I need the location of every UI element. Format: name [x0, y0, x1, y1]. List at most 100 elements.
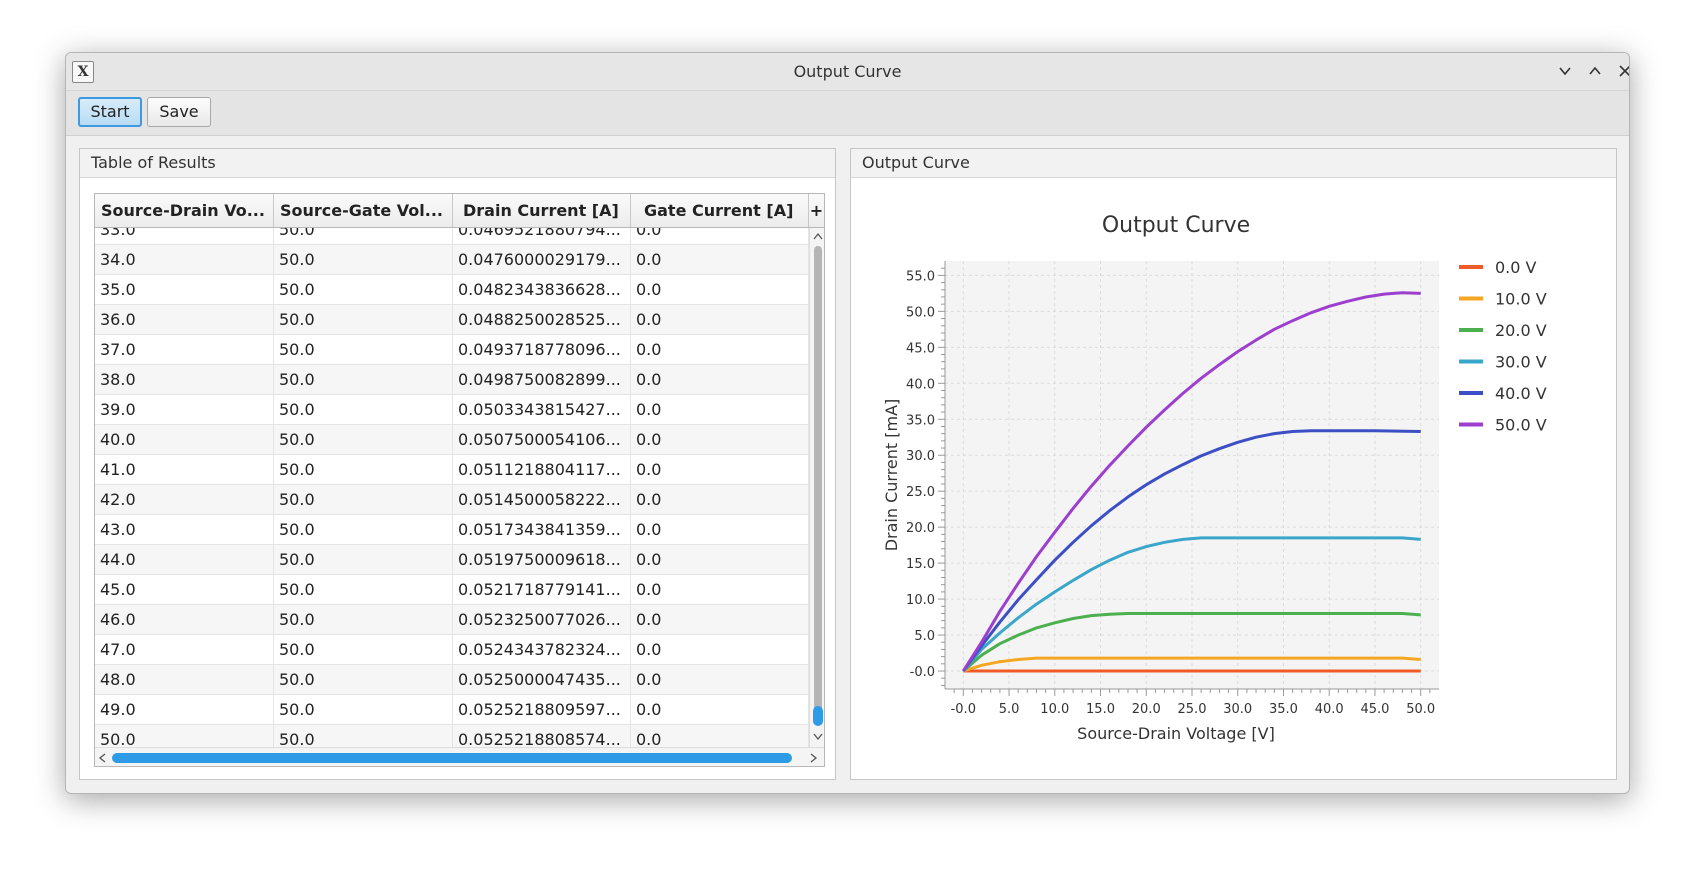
scroll-down-icon[interactable]	[813, 733, 823, 741]
table-cell: 48.0	[95, 665, 274, 694]
table-cell: 44.0	[95, 545, 274, 574]
table-cell: 35.0	[95, 275, 274, 304]
column-header-gate-current[interactable]: Gate Current [A]	[631, 194, 809, 227]
table-row[interactable]: 34.0 50.0 0.0476000029179... 0.0	[95, 245, 809, 275]
save-button[interactable]: Save	[147, 97, 211, 127]
vertical-scroll-thumb[interactable]	[813, 706, 823, 726]
y-tick-label: 25.0	[906, 485, 935, 500]
y-tick-label: 50.0	[906, 305, 935, 320]
horizontal-scroll-thumb[interactable]	[112, 753, 792, 763]
window-title: Output Curve	[793, 62, 902, 81]
table-row[interactable]: 41.0 50.0 0.0511218804117... 0.0	[95, 455, 809, 485]
table-cell: 0.0521718779141...	[453, 575, 631, 604]
table-cell: 50.0	[274, 605, 453, 634]
y-tick-label: -0.0	[910, 665, 935, 680]
horizontal-scrollbar[interactable]	[95, 747, 824, 766]
table-row[interactable]: 48.0 50.0 0.0525000047435... 0.0	[95, 665, 809, 695]
table-cell: 38.0	[95, 365, 274, 394]
table-cell: 0.0	[631, 228, 809, 244]
table-row[interactable]: 40.0 50.0 0.0507500054106... 0.0	[95, 425, 809, 455]
table-cell: 50.0	[274, 485, 453, 514]
table-row[interactable]: 37.0 50.0 0.0493718778096... 0.0	[95, 335, 809, 365]
table-row[interactable]: 35.0 50.0 0.0482343836628... 0.0	[95, 275, 809, 305]
column-header-source-drain[interactable]: Source-Drain Vo...	[95, 194, 274, 227]
table-cell: 36.0	[95, 305, 274, 334]
minimize-icon[interactable]	[1553, 59, 1577, 83]
table-cell: 50.0	[274, 545, 453, 574]
y-tick-label: 45.0	[906, 341, 935, 356]
y-tick-label: 15.0	[906, 557, 935, 572]
x-tick-label: 25.0	[1178, 702, 1207, 717]
table-cell: 0.0524343782324...	[453, 635, 631, 664]
table-cell: 40.0	[95, 425, 274, 454]
table-row[interactable]: 49.0 50.0 0.0525218809597... 0.0	[95, 695, 809, 725]
output-curve-chart: -0.0 5.0 10.0 15.0 20.0 25.0 30.0 35.0 40.0 45.0 5…	[882, 213, 1547, 743]
start-button[interactable]: Start	[78, 97, 142, 127]
table-cell: 43.0	[95, 515, 274, 544]
table-row[interactable]: 47.0 50.0 0.0524343782324... 0.0	[95, 635, 809, 665]
table-row[interactable]: 38.0 50.0 0.0498750082899... 0.0	[95, 365, 809, 395]
x-tick-label: 10.0	[1040, 702, 1069, 717]
table-cell: 0.0525218809597...	[453, 695, 631, 724]
table-cell: 0.0469521880794...	[453, 228, 631, 244]
table-cell: 0.0514500058222...	[453, 485, 631, 514]
table-cell: 37.0	[95, 335, 274, 364]
table-cell: 0.0	[631, 365, 809, 394]
title-bar[interactable]: X Output Curve	[66, 53, 1629, 91]
scroll-track[interactable]	[814, 246, 822, 720]
chart-panel-body: -0.0 5.0 10.0 15.0 20.0 25.0 30.0 35.0 40.0 45.0 5…	[851, 178, 1616, 779]
column-header-source-gate[interactable]: Source-Gate Vol...	[274, 194, 453, 227]
table-row[interactable]: 33.0 50.0 0.0469521880794... 0.0	[95, 228, 809, 245]
plot-area	[945, 261, 1439, 689]
table-cell: 0.0	[631, 305, 809, 334]
table-cell: 47.0	[95, 635, 274, 664]
column-header-drain-current[interactable]: Drain Current [A]	[453, 194, 631, 227]
table-cell: 46.0	[95, 605, 274, 634]
table-cell: 50.0	[95, 725, 274, 747]
table-cell: 0.0525000047435...	[453, 665, 631, 694]
x-tick-label: 45.0	[1360, 702, 1389, 717]
table-row[interactable]: 44.0 50.0 0.0519750009618... 0.0	[95, 545, 809, 575]
table-cell: 34.0	[95, 245, 274, 274]
table-cell: 0.0519750009618...	[453, 545, 631, 574]
table-header: Source-Drain Vo... Source-Gate Vol... Dr…	[95, 194, 824, 228]
x-tick-label: 30.0	[1223, 702, 1252, 717]
table-panel-body: Source-Drain Vo... Source-Gate Vol... Dr…	[80, 178, 835, 779]
table-cell: 50.0	[274, 725, 453, 747]
y-tick-label: 35.0	[906, 413, 935, 428]
close-icon[interactable]	[1613, 59, 1629, 83]
legend-label-1: 10.0 V	[1495, 290, 1547, 309]
table-row[interactable]: 46.0 50.0 0.0523250077026... 0.0	[95, 605, 809, 635]
maximize-icon[interactable]	[1583, 59, 1607, 83]
table-cell: 50.0	[274, 455, 453, 484]
legend-label-4: 40.0 V	[1495, 384, 1547, 403]
table-cell: 50.0	[274, 365, 453, 394]
results-table[interactable]: Source-Drain Vo... Source-Gate Vol... Dr…	[94, 193, 825, 767]
table-row[interactable]: 42.0 50.0 0.0514500058222... 0.0	[95, 485, 809, 515]
table-cell: 49.0	[95, 695, 274, 724]
table-panel-title: Table of Results	[80, 149, 835, 178]
table-cell: 0.0	[631, 695, 809, 724]
table-cell: 0.0	[631, 245, 809, 274]
table-row[interactable]: 39.0 50.0 0.0503343815427... 0.0	[95, 395, 809, 425]
scroll-up-icon[interactable]	[813, 232, 823, 240]
legend-label-0: 0.0 V	[1495, 258, 1537, 277]
table-row[interactable]: 45.0 50.0 0.0521718779141... 0.0	[95, 575, 809, 605]
add-column-button[interactable]: +	[809, 194, 824, 227]
table-cell: 0.0476000029179...	[453, 245, 631, 274]
y-tick-label: 30.0	[906, 449, 935, 464]
table-cell: 0.0	[631, 515, 809, 544]
table-panel: Table of Results Source-Drain Vo... Sour…	[79, 148, 836, 780]
y-tick-label: 20.0	[906, 521, 935, 536]
table-row[interactable]: 36.0 50.0 0.0488250028525... 0.0	[95, 305, 809, 335]
table-cell: 41.0	[95, 455, 274, 484]
scroll-left-icon[interactable]	[98, 753, 106, 763]
app-window: X Output Curve Start Save Table of Resul…	[65, 52, 1630, 794]
table-row[interactable]: 50.0 50.0 0.0525218808574... 0.0	[95, 725, 809, 747]
table-row[interactable]: 43.0 50.0 0.0517343841359... 0.0	[95, 515, 809, 545]
table-cell: 0.0488250028525...	[453, 305, 631, 334]
vertical-scrollbar[interactable]	[809, 228, 824, 747]
scroll-right-icon[interactable]	[810, 753, 818, 763]
table-cell: 50.0	[274, 575, 453, 604]
legend-label-5: 50.0 V	[1495, 416, 1547, 435]
